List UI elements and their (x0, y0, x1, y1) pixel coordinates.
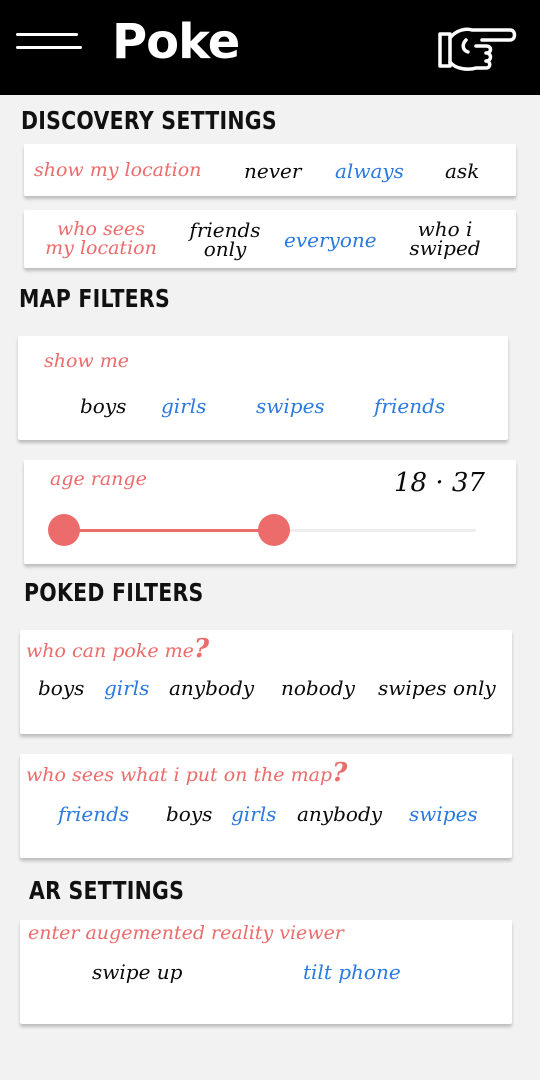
age-range-label: age range (50, 468, 147, 490)
option-girls[interactable]: girls (161, 396, 206, 416)
show-me-card: show me boys girls swipes friends (18, 336, 508, 440)
option-swipe-up[interactable]: swipe up (92, 962, 182, 982)
option-friends[interactable]: friends (374, 396, 445, 416)
show-me-label: show me (44, 350, 129, 372)
pointing-hand-icon[interactable] (436, 22, 518, 74)
age-range-track-active (64, 529, 276, 532)
hamburger-menu-icon[interactable] (16, 30, 84, 52)
who-sees-location-card: who sees my location friends only everyo… (24, 210, 516, 268)
who-can-poke-label: who can poke me? (26, 634, 210, 664)
who-sees-location-label: who sees my location (45, 218, 157, 259)
who-sees-map-card: who sees what i put on the map? friends … (20, 754, 512, 858)
option-swipes-only[interactable]: swipes only (378, 678, 496, 698)
age-range-card: age range 18 · 37 (24, 460, 516, 564)
option-who-i-swiped[interactable]: who i swiped (402, 219, 488, 258)
option-boys[interactable]: boys (80, 396, 126, 416)
option-ask[interactable]: ask (445, 161, 479, 181)
option-nobody[interactable]: nobody (281, 678, 355, 698)
option-always[interactable]: always (335, 161, 404, 181)
option-boys[interactable]: boys (166, 804, 212, 824)
show-location-label: show my location (34, 159, 202, 181)
who-sees-map-label: who sees what i put on the map? (26, 758, 348, 788)
option-everyone[interactable]: everyone (284, 230, 377, 250)
show-location-card: show my location never always ask (24, 144, 516, 196)
age-range-value: 18 · 37 (394, 468, 485, 498)
option-friends[interactable]: friends (58, 804, 129, 824)
age-range-max-handle[interactable] (258, 514, 290, 546)
app-logo: Poke (112, 14, 240, 70)
who-can-poke-card: who can poke me? boys girls anybody nobo… (20, 630, 512, 734)
option-girls[interactable]: girls (104, 678, 149, 698)
option-anybody[interactable]: anybody (169, 678, 254, 698)
option-never[interactable]: never (244, 161, 301, 181)
option-friends-only[interactable]: friends only (182, 220, 268, 259)
top-bar: Poke (0, 0, 540, 95)
age-range-min-handle[interactable] (48, 514, 80, 546)
discovery-settings-title: DISCOVERY SETTINGS (21, 106, 277, 135)
option-girls[interactable]: girls (231, 804, 276, 824)
poked-filters-title: POKED FILTERS (24, 578, 204, 607)
option-anybody[interactable]: anybody (297, 804, 382, 824)
ar-viewer-label: enter augemented reality viewer (28, 922, 344, 944)
ar-viewer-card: enter augemented reality viewer swipe up… (20, 920, 512, 1024)
age-range-track[interactable] (276, 529, 476, 532)
ar-settings-title: AR SETTINGS (29, 876, 185, 905)
option-swipes[interactable]: swipes (409, 804, 478, 824)
option-swipes[interactable]: swipes (256, 396, 325, 416)
map-filters-title: MAP FILTERS (19, 284, 170, 313)
option-boys[interactable]: boys (38, 678, 84, 698)
option-tilt-phone[interactable]: tilt phone (303, 962, 401, 982)
